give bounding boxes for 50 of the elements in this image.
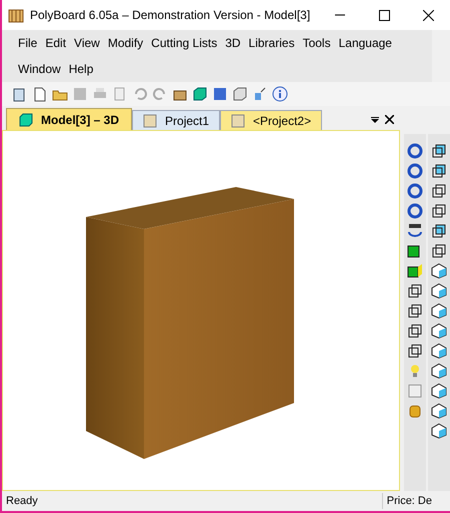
- 3d-viewport[interactable]: [2, 130, 400, 491]
- document-icon: [143, 114, 158, 128]
- wireframe-cube-icon[interactable]: [407, 283, 423, 299]
- wireframe-cube-icon[interactable]: [431, 203, 447, 219]
- menu-item[interactable]: Edit: [41, 30, 70, 56]
- document-tab[interactable]: Model[3] – 3D: [6, 108, 132, 130]
- wireframe-cube-icon[interactable]: [431, 243, 447, 259]
- solid-cube-icon[interactable]: [407, 263, 423, 279]
- cube-icon: [19, 112, 33, 126]
- menu-item[interactable]: Libraries: [244, 30, 299, 56]
- window-title: PolyBoard 6.05a – Demonstration Version - Model[3]: [30, 7, 310, 24]
- app-icon: [8, 7, 24, 23]
- wireframe-cube-icon[interactable]: [407, 303, 423, 319]
- info-icon[interactable]: [272, 86, 288, 102]
- menu-item[interactable]: Language: [334, 30, 396, 56]
- status-text: Ready: [6, 494, 38, 509]
- wireframe-cube-icon[interactable]: [407, 343, 423, 359]
- isometric-cube-icon[interactable]: [431, 403, 447, 419]
- menu-item[interactable]: Tools: [298, 30, 335, 56]
- close-icon[interactable]: [385, 115, 394, 124]
- menu-item[interactable]: Modify: [104, 30, 148, 56]
- isometric-cube-icon[interactable]: [431, 303, 447, 319]
- box-outline-icon[interactable]: [232, 86, 248, 102]
- isometric-cube-icon[interactable]: [431, 363, 447, 379]
- isometric-cube-icon[interactable]: [431, 263, 447, 279]
- isometric-cube-icon[interactable]: [431, 343, 447, 359]
- menu-item[interactable]: Cutting Lists: [147, 30, 222, 56]
- cube-view-icon[interactable]: [431, 223, 447, 239]
- menu-item[interactable]: File: [14, 30, 42, 56]
- new-document-icon[interactable]: [32, 86, 48, 102]
- wireframe-cube-icon[interactable]: [431, 183, 447, 199]
- document-tab[interactable]: <Project2>: [220, 110, 322, 130]
- isometric-cube-icon[interactable]: [431, 323, 447, 339]
- isometric-cube-icon[interactable]: [431, 423, 447, 439]
- wireframe-cube-icon[interactable]: [407, 323, 423, 339]
- menu-item[interactable]: Help: [64, 56, 98, 82]
- dropdown-icon[interactable]: [371, 117, 379, 123]
- cube-view-icon[interactable]: [431, 163, 447, 179]
- cube-icon[interactable]: [192, 86, 208, 102]
- isometric-cube-icon[interactable]: [431, 383, 447, 399]
- menu-item[interactable]: 3D: [221, 30, 245, 56]
- document-icon: [231, 114, 246, 128]
- cube-view-icon[interactable]: [431, 143, 447, 159]
- close-icon[interactable]: [422, 10, 434, 20]
- price-status: Price: De: [382, 492, 432, 510]
- menu-item[interactable]: Window: [14, 56, 65, 82]
- menu-item[interactable]: View: [70, 30, 104, 56]
- maximize-icon[interactable]: [378, 10, 390, 20]
- document-tab[interactable]: Project1: [132, 110, 220, 130]
- isometric-cube-icon[interactable]: [431, 283, 447, 299]
